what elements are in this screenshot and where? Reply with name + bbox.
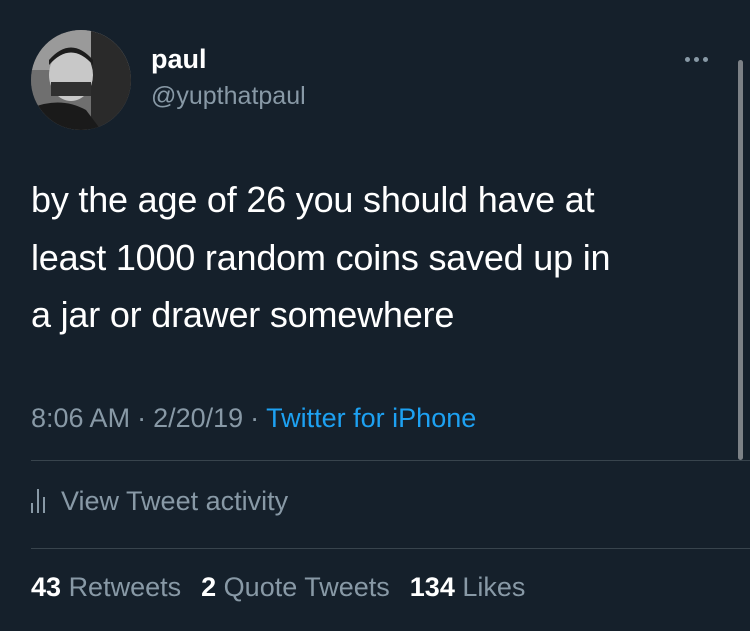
tweet-source-link[interactable]: Twitter for iPhone [266,403,476,433]
quote-tweets-stat[interactable]: 2 Quote Tweets [201,570,390,604]
tweet-time: 8:06 AM [31,403,131,433]
tweet-stats: 43 Retweets 2 Quote Tweets 134 Likes [31,570,525,604]
quote-tweets-count: 2 [201,572,217,602]
likes-count: 134 [409,572,455,602]
meta-separator: · [137,403,147,433]
scrollbar[interactable] [738,60,743,460]
tweet-line: by the age of 26 you should have at [31,179,595,220]
meta-separator: · [250,403,260,433]
tweet-detail-screen: { "author": { "display_name": "paul", "h… [0,0,750,631]
likes-stat[interactable]: 134 Likes [410,570,526,604]
retweets-label: Retweets [68,572,182,602]
author-handle[interactable]: @yupthatpaul [151,81,306,111]
likes-label: Likes [462,572,526,602]
view-tweet-activity-button[interactable]: View Tweet activity [31,481,288,521]
retweets-stat[interactable]: 43 Retweets [31,570,181,604]
author-display-name[interactable]: paul [151,43,207,75]
tweet-text: by the age of 26 you should have at leas… [31,171,721,344]
tweet-metadata: 8:06 AM · 2/20/19 · Twitter for iPhone [31,401,476,435]
tweet-date: 2/20/19 [153,403,244,433]
divider [31,548,750,549]
bar-chart-icon [31,489,45,513]
view-tweet-activity-label: View Tweet activity [61,485,289,516]
profile-photo [31,30,131,130]
retweets-count: 43 [31,572,62,602]
tweet-line: least 1000 random coins saved up in [31,236,611,278]
quote-tweets-label: Quote Tweets [223,572,390,602]
ellipsis-icon[interactable] [676,47,716,71]
tweet-line: a jar or drawer somewhere [31,294,455,335]
avatar[interactable] [31,30,131,130]
divider [31,460,750,461]
